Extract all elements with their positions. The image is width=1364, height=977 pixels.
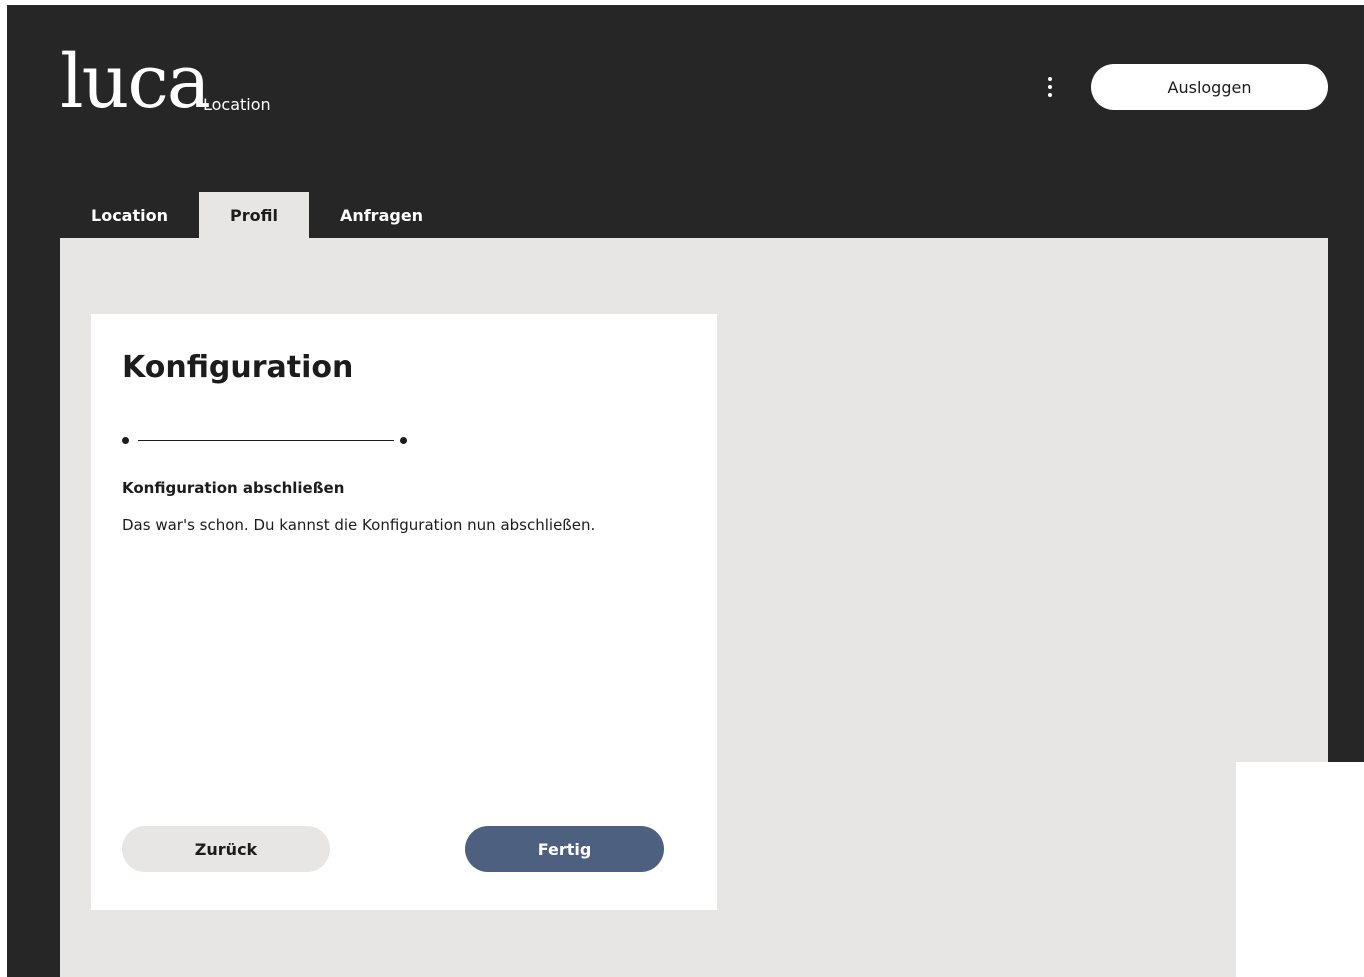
finish-button[interactable]: Fertig (465, 826, 664, 872)
card-title: Konfiguration (122, 350, 354, 385)
step-dot-2 (400, 437, 407, 444)
tab-anfragen[interactable]: Anfragen (309, 192, 454, 238)
back-button[interactable]: Zurück (122, 826, 330, 872)
logo-subtitle: Location (203, 95, 271, 114)
app-window: luca Location Ausloggen Location Profil … (7, 5, 1364, 977)
tab-bar: Location Profil Anfragen (60, 192, 454, 238)
configuration-card: Konfiguration Konfiguration abschließen … (91, 314, 717, 910)
step-line (138, 440, 394, 441)
logout-button[interactable]: Ausloggen (1091, 64, 1328, 110)
progress-stepper (122, 434, 409, 446)
content-area: Konfiguration Konfiguration abschließen … (60, 238, 1328, 977)
step-dot-1 (122, 437, 129, 444)
luca-logo: luca (60, 39, 211, 125)
step-heading: Konfiguration abschließen (122, 479, 345, 497)
step-description: Das war's schon. Du kannst die Konfigura… (122, 516, 596, 534)
vertical-dots-icon[interactable] (1043, 77, 1057, 97)
overlay-panel (1236, 762, 1364, 977)
tab-location[interactable]: Location (60, 192, 199, 238)
tab-profil[interactable]: Profil (198, 192, 309, 238)
